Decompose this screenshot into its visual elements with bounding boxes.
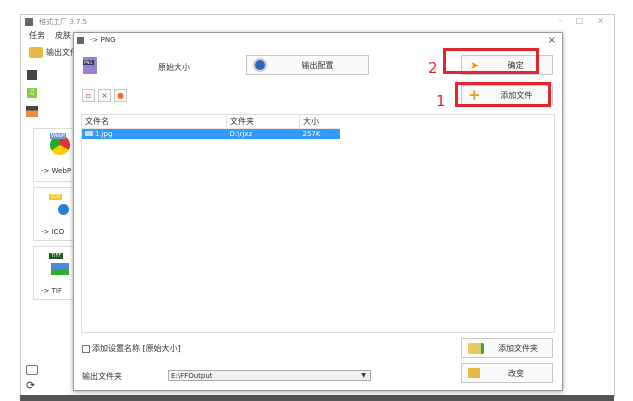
preset-label: 原始大小 <box>158 63 190 72</box>
minimize-button[interactable]: - <box>559 16 562 25</box>
image-file-icon <box>85 131 93 136</box>
output-folder-button[interactable]: 输出文件 <box>29 47 78 58</box>
annotation-label-1: 1 <box>436 92 446 110</box>
dialog-title-bar: -> PNG <box>77 36 116 44</box>
landscape-icon <box>51 263 69 275</box>
folder-icon <box>468 368 480 378</box>
add-setting-name-checkbox[interactable]: 添加设置名称 [原始大小] <box>82 343 181 354</box>
maximize-button[interactable]: □ <box>576 16 584 25</box>
annotation-box-2 <box>443 48 539 74</box>
dialog-close-button[interactable]: × <box>548 35 556 46</box>
column-header-name[interactable]: 文件名 <box>82 115 227 129</box>
config-icon <box>253 58 267 72</box>
annotation-label-2: 2 <box>428 59 438 77</box>
info-icon <box>58 204 69 215</box>
folder-icon <box>29 47 43 58</box>
annotation-box-1 <box>455 82 551 107</box>
play-icon[interactable]: ● <box>114 89 127 102</box>
dialog-icon <box>77 36 84 44</box>
file-name: 1.jpg <box>95 130 113 138</box>
webp-badge: WebP <box>50 133 66 139</box>
change-button[interactable]: 改变 <box>461 363 553 383</box>
sidebar-item-label: -> ICO <box>41 228 65 236</box>
refresh-icon[interactable]: ⟳ <box>26 379 35 392</box>
add-setting-name-label: 添加设置名称 [原始大小] <box>92 344 181 353</box>
title-bar: 格式工厂 3.7.5 <box>25 17 87 27</box>
clear-icon[interactable]: × <box>98 89 111 102</box>
output-folder-select[interactable]: E:\FFOutput ▼ <box>168 370 371 381</box>
column-header-folder[interactable]: 文件夹 <box>226 115 300 129</box>
disk-icon[interactable] <box>26 365 38 375</box>
remove-icon[interactable]: ▫ <box>82 89 95 102</box>
window-controls: - □ × <box>559 16 604 25</box>
ico-badge: ICO <box>49 194 62 200</box>
add-folder-button[interactable]: 添加文件夹 <box>461 338 553 358</box>
chevron-down-icon: ▼ <box>361 372 366 379</box>
menu-bar: 任务 皮肤 <box>29 30 71 41</box>
file-size: 257K <box>302 130 321 138</box>
output-config-button[interactable]: 输出配置 <box>246 55 369 75</box>
png-file-icon: PNG <box>83 57 97 74</box>
tiff-badge: TIFF <box>49 253 64 259</box>
app-title: 格式工厂 3.7.5 <box>39 18 88 26</box>
sidebar-item-label: -> TIF <box>41 287 62 295</box>
close-button[interactable]: × <box>597 16 604 25</box>
folder-add-icon <box>468 342 484 354</box>
app-icon <box>25 18 33 26</box>
status-bar <box>20 395 614 401</box>
sidebar-item-label: -> WebP <box>41 167 72 175</box>
menu-task[interactable]: 任务 <box>29 30 45 41</box>
table-row[interactable]: 1.jpg D:\rjxz 257K <box>82 128 340 139</box>
audio-icon[interactable]: ♫ <box>27 88 37 98</box>
file-folder: D:\rjxz <box>229 130 253 138</box>
image-icon[interactable] <box>26 106 38 117</box>
dialog-title: -> PNG <box>90 36 116 44</box>
menu-skin[interactable]: 皮肤 <box>55 30 71 41</box>
file-list[interactable]: 文件名 文件夹 大小 1.jpg D:\rjxz 257K <box>81 114 555 333</box>
change-label: 改变 <box>508 368 524 378</box>
column-header-size[interactable]: 大小 <box>300 115 341 129</box>
output-folder-label: 输出文件夹 <box>82 372 122 381</box>
png-badge: PNG <box>83 60 94 65</box>
video-icon[interactable] <box>27 70 37 80</box>
output-config-label: 输出配置 <box>301 60 334 70</box>
checkbox[interactable] <box>82 344 90 353</box>
add-folder-label: 添加文件夹 <box>498 343 538 353</box>
output-folder-value: E:\FFOutput <box>171 371 213 380</box>
toolbar: ▫ × ● <box>82 89 127 102</box>
